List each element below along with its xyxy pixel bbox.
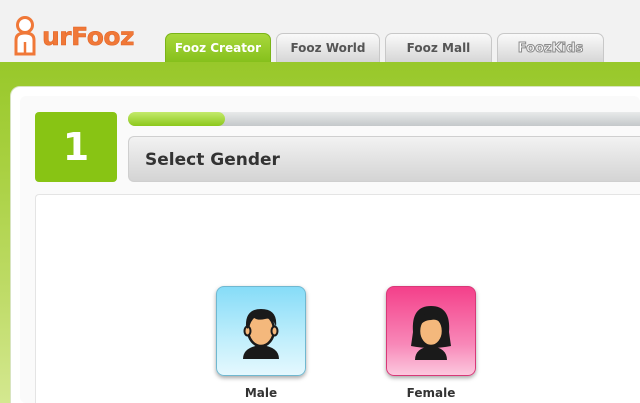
tab-label-kids: Kids	[551, 40, 584, 56]
tab-fooz-mall[interactable]: Fooz Mall	[385, 33, 492, 62]
gender-option-male[interactable]: Male	[215, 286, 307, 400]
tab-fooz-world[interactable]: Fooz World	[276, 33, 380, 62]
progress-fill	[128, 112, 226, 126]
step-title: Select Gender	[145, 150, 280, 170]
tab-fooz-kids[interactable]: Fooz Kids	[497, 33, 604, 62]
tab-label-fooz: Fooz	[517, 40, 552, 56]
female-avatar-icon	[411, 306, 451, 360]
tab-label: Fooz Creator	[174, 41, 262, 55]
gender-label: Female	[406, 386, 456, 400]
tab-label: Fooz World	[290, 41, 366, 55]
step-number: 1	[62, 125, 90, 169]
progress-bar	[128, 112, 640, 126]
female-button[interactable]	[386, 286, 476, 376]
step-number-badge: 1	[35, 112, 117, 182]
tab-fooz-creator[interactable]: Fooz Creator	[165, 33, 271, 62]
main-tabs: Fooz Creator Fooz World Fooz Mall Fooz Ki…	[0, 0, 640, 62]
tab-label: Fooz Mall	[406, 41, 471, 55]
gender-selection-area	[35, 194, 640, 403]
male-avatar-icon	[243, 309, 279, 359]
male-button[interactable]	[216, 286, 306, 376]
gender-option-female[interactable]: Female	[385, 286, 477, 400]
step-title-bar: Select Gender	[128, 136, 640, 182]
gender-label: Male	[244, 386, 278, 400]
